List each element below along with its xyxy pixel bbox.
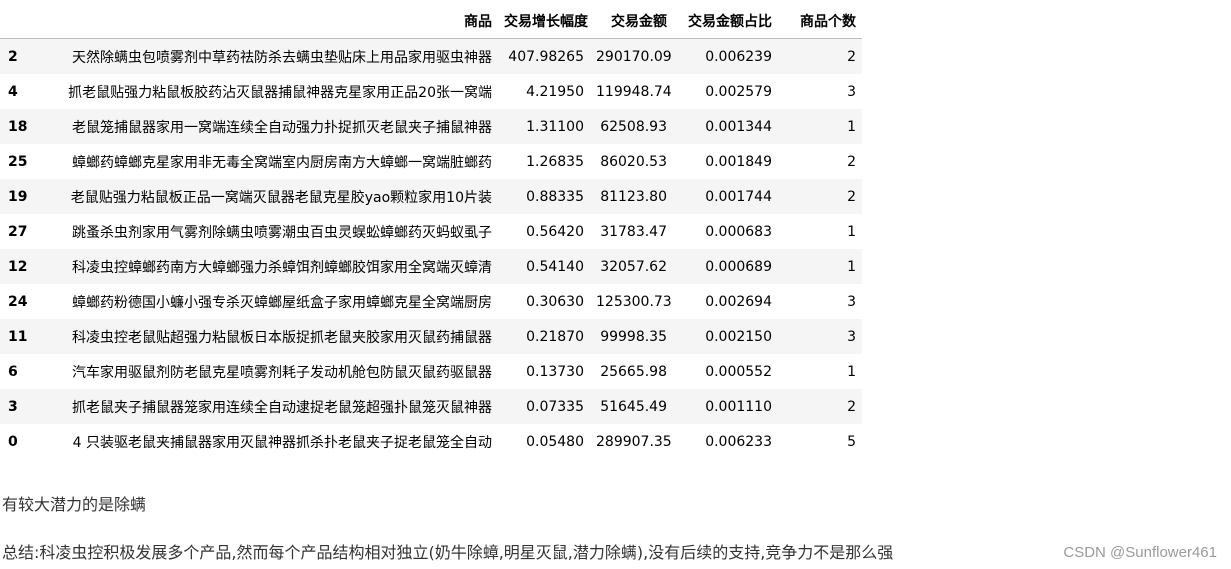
cell-growth: 0.05480 [526, 433, 584, 450]
cell-product: 抓老鼠夹子捕鼠器笼家用连续全自动逮捉老鼠笼超强扑鼠笼灭鼠神器 [72, 399, 492, 416]
table-row: 6 汽车家用驱鼠剂防老鼠克星喷雾剂耗子发动机舱包防鼠灭鼠药驱鼠器 0.13730 25… [0, 354, 862, 389]
cell-ratio: 0.002579 [705, 83, 772, 100]
cell-product: 4 只装驱老鼠夹捕鼠器家用灭鼠神器抓杀扑老鼠夹子捉老鼠笼全自动 [72, 434, 492, 451]
cell-ratio: 0.001849 [705, 153, 772, 170]
table-row: 0 4 只装驱老鼠夹捕鼠器家用灭鼠神器抓杀扑老鼠夹子捉老鼠笼全自动 0.05480 2… [0, 424, 862, 459]
header-count: 商品个数 [778, 3, 862, 39]
table-row: 11 科凌虫控老鼠贴超强力粘鼠板日本版捉抓老鼠夹胶家用灭鼠药捕鼠器 0.21870 9… [0, 319, 862, 354]
header-row: 商品 交易增长幅度 交易金额 交易金额占比 商品个数 [0, 3, 862, 39]
cell-product: 跳蚤杀虫剂家用气雾剂除螨虫喷雾潮虫百虫灵蜈蚣蟑螂药灭蚂蚁虱子 [72, 224, 492, 241]
cell-amount: 32057.62 [600, 258, 667, 275]
cell-count: 3 [847, 83, 856, 100]
row-index: 2 [8, 48, 18, 65]
cell-product: 科凌虫控蟑螂药南方大蟑螂强力杀蟑饵剂蟑螂胶饵家用全窝端灭蟑清 [72, 259, 492, 276]
cell-ratio: 0.001344 [705, 118, 772, 135]
cell-amount: 289907.35 [596, 433, 672, 450]
header-growth: 交易增长幅度 [498, 3, 590, 39]
row-index: 25 [8, 153, 28, 170]
cell-amount: 119948.74 [596, 83, 672, 100]
cell-ratio: 0.000689 [705, 258, 772, 275]
row-index: 12 [8, 258, 28, 275]
csdn-watermark: CSDN @Sunflower461 [1063, 544, 1217, 561]
cell-amount: 51645.49 [600, 398, 667, 415]
cell-product: 老鼠贴强力粘鼠板正品一窝端灭鼠器老鼠克星胶yao颗粒家用10片装 [70, 189, 492, 206]
cell-ratio: 0.000683 [705, 223, 772, 240]
table-body: 2 天然除螨虫包喷雾剂中草药祛防杀去螨虫垫贴床上用品家用驱虫神器 407.98265… [0, 38, 862, 459]
header-index [0, 3, 32, 39]
summary-note: 总结:科凌虫控积极发展多个产品,然而每个产品结构相对独立(奶牛除蟑,明星灭鼠,潜… [2, 543, 894, 562]
table-row: 12 科凌虫控蟑螂药南方大蟑螂强力杀蟑饵剂蟑螂胶饵家用全窝端灭蟑清 0.54140 3… [0, 249, 862, 284]
cell-amount: 31783.47 [600, 223, 667, 240]
cell-count: 1 [847, 118, 856, 135]
row-index: 4 [8, 83, 18, 100]
row-index: 27 [8, 223, 28, 240]
table-header: 商品 交易增长幅度 交易金额 交易金额占比 商品个数 [0, 3, 862, 39]
cell-product: 天然除螨虫包喷雾剂中草药祛防杀去螨虫垫贴床上用品家用驱虫神器 [72, 49, 492, 66]
row-index: 11 [8, 328, 28, 345]
table-row: 27 跳蚤杀虫剂家用气雾剂除螨虫喷雾潮虫百虫灵蜈蚣蟑螂药灭蚂蚁虱子 0.56420 3… [0, 214, 862, 249]
cell-product: 蟑螂药粉德国小蠊小强专杀灭蟑螂屋纸盒子家用蟑螂克星全窝端厨房 [72, 294, 492, 311]
cell-growth: 1.31100 [526, 118, 584, 135]
cell-growth: 0.13730 [526, 363, 584, 380]
table-row: 18 老鼠笼捕鼠器家用一窝端连续全自动强力扑捉抓灭老鼠夹子捕鼠神器 1.31100 6… [0, 109, 862, 144]
cell-count: 3 [847, 293, 856, 310]
cell-count: 5 [847, 433, 856, 450]
cell-product: 老鼠笼捕鼠器家用一窝端连续全自动强力扑捉抓灭老鼠夹子捕鼠神器 [72, 119, 492, 136]
cell-ratio: 0.006233 [705, 433, 772, 450]
cell-count: 2 [847, 153, 856, 170]
cell-growth: 0.21870 [526, 328, 584, 345]
cell-growth: 0.30630 [526, 293, 584, 310]
header-ratio: 交易金额占比 [673, 3, 778, 39]
cell-product: 蟑螂药蟑螂克星家用非无毒全窝端室内厨房南方大蟑螂一窝端脏螂药 [72, 154, 492, 171]
cell-ratio: 0.001744 [705, 188, 772, 205]
cell-amount: 81123.80 [600, 188, 667, 205]
row-index: 18 [8, 118, 28, 135]
cell-count: 1 [847, 363, 856, 380]
row-index: 19 [8, 188, 28, 205]
cell-count: 2 [847, 398, 856, 415]
cell-count: 1 [847, 223, 856, 240]
row-index: 0 [8, 433, 18, 450]
cell-amount: 99998.35 [600, 328, 667, 345]
cell-count: 2 [847, 48, 856, 65]
header-product: 商品 [32, 3, 498, 39]
cell-ratio: 0.006239 [705, 48, 772, 65]
cell-growth: 0.07335 [526, 398, 584, 415]
cell-product: 科凌虫控老鼠贴超强力粘鼠板日本版捉抓老鼠夹胶家用灭鼠药捕鼠器 [72, 329, 492, 346]
cell-growth: 407.98265 [508, 48, 584, 65]
cell-count: 1 [847, 258, 856, 275]
cell-amount: 290170.09 [596, 48, 672, 65]
cell-growth: 1.26835 [526, 153, 584, 170]
cell-growth: 4.21950 [526, 83, 584, 100]
cell-ratio: 0.000552 [705, 363, 772, 380]
table-row: 3 抓老鼠夹子捕鼠器笼家用连续全自动逮捉老鼠笼超强扑鼠笼灭鼠神器 0.07335 51… [0, 389, 862, 424]
cell-product: 抓老鼠贴强力粘鼠板胶药沾灭鼠器捕鼠神器克星家用正品20张一窝端 [68, 84, 492, 101]
table-row: 2 天然除螨虫包喷雾剂中草药祛防杀去螨虫垫贴床上用品家用驱虫神器 407.98265… [0, 38, 862, 74]
cell-product: 汽车家用驱鼠剂防老鼠克星喷雾剂耗子发动机舱包防鼠灭鼠药驱鼠器 [72, 364, 492, 381]
cell-ratio: 0.001110 [705, 398, 772, 415]
cell-ratio: 0.002694 [705, 293, 772, 310]
dataframe-table: 商品 交易增长幅度 交易金额 交易金额占比 商品个数 2 天然除螨虫包喷雾剂中草药… [0, 3, 862, 459]
cell-amount: 25665.98 [600, 363, 667, 380]
cell-count: 2 [847, 188, 856, 205]
cell-count: 3 [847, 328, 856, 345]
cell-ratio: 0.002150 [705, 328, 772, 345]
cell-amount: 86020.53 [600, 153, 667, 170]
table-row: 25 蟑螂药蟑螂克星家用非无毒全窝端室内厨房南方大蟑螂一窝端脏螂药 1.26835 8… [0, 144, 862, 179]
table-row: 4 抓老鼠贴强力粘鼠板胶药沾灭鼠器捕鼠神器克星家用正品20张一窝端 4.21950 1… [0, 74, 862, 109]
table-row: 19 老鼠贴强力粘鼠板正品一窝端灭鼠器老鼠克星胶yao颗粒家用10片装 0.8833… [0, 179, 862, 214]
cell-growth: 0.88335 [526, 188, 584, 205]
potential-note: 有较大潜力的是除螨 [2, 495, 147, 514]
table-row: 24 蟑螂药粉德国小蠊小强专杀灭蟑螂屋纸盒子家用蟑螂克星全窝端厨房 0.30630 1… [0, 284, 862, 319]
cell-growth: 0.56420 [526, 223, 584, 240]
row-index: 24 [8, 293, 28, 310]
row-index: 3 [8, 398, 18, 415]
cell-amount: 62508.93 [600, 118, 667, 135]
header-amount: 交易金额 [590, 3, 673, 39]
cell-amount: 125300.73 [596, 293, 672, 310]
cell-growth: 0.54140 [526, 258, 584, 275]
row-index: 6 [8, 363, 18, 380]
